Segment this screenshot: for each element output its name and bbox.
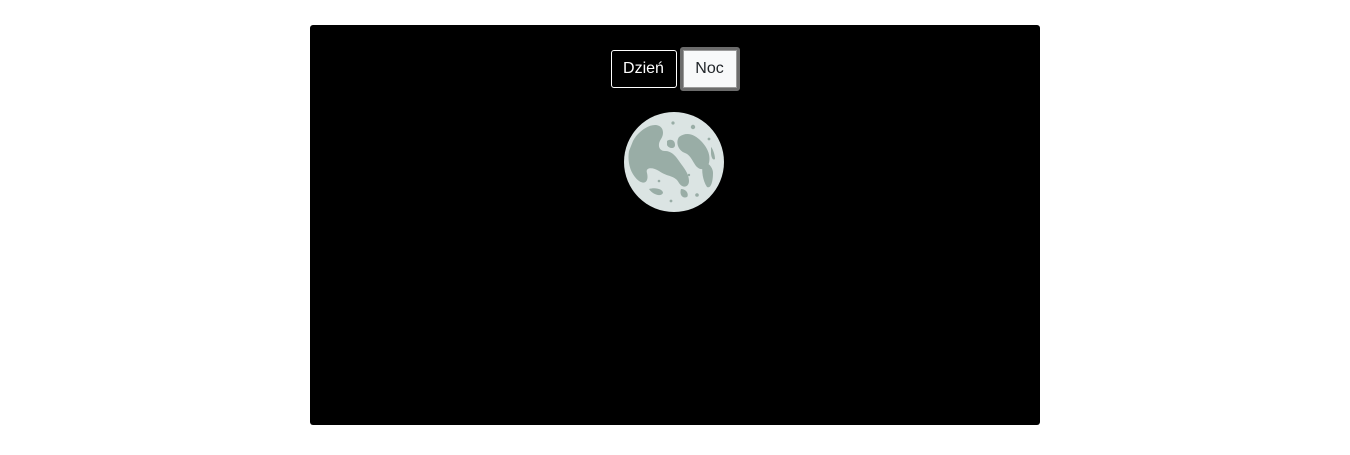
night-button[interactable]: Noc bbox=[679, 47, 740, 91]
scene-panel: Dzień Noc bbox=[310, 25, 1040, 425]
moon-graphic bbox=[624, 112, 724, 212]
day-night-toggle: Dzień Noc bbox=[310, 47, 1040, 91]
moon-icon bbox=[623, 111, 725, 213]
day-button[interactable]: Dzień bbox=[610, 50, 677, 88]
